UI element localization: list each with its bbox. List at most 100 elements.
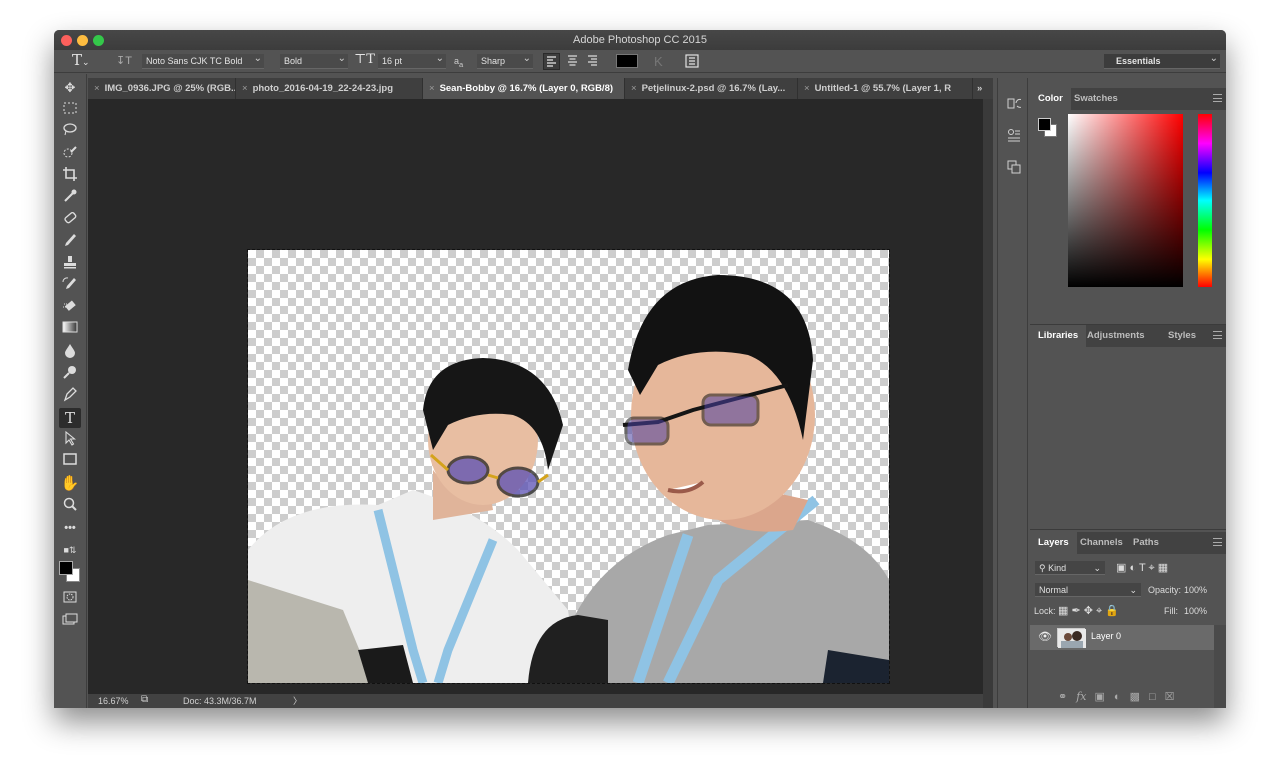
blur-tool-icon[interactable] (59, 342, 81, 362)
warp-text-icon[interactable]: K (654, 54, 663, 69)
doc-tab[interactable]: × photo_2016-04-19_22-24-23.jpg (236, 78, 423, 99)
zoom-tool-icon[interactable] (59, 496, 81, 516)
fill-value[interactable]: 100% (1184, 606, 1207, 616)
properties-panel-icon[interactable] (1004, 128, 1024, 148)
align-left-button[interactable] (543, 53, 560, 70)
tab-color[interactable]: Color (1030, 88, 1071, 110)
doc-tab-active[interactable]: × Sean-Bobby @ 16.7% (Layer 0, RGB/8) (423, 78, 625, 99)
character-panel-icon[interactable] (1004, 160, 1024, 180)
tab-styles[interactable]: Styles (1160, 325, 1204, 347)
clone-stamp-tool-icon[interactable] (59, 254, 81, 274)
add-mask-icon[interactable]: ▣ (1095, 691, 1114, 703)
font-size-icon: ⊤T (354, 52, 375, 67)
document-canvas[interactable] (247, 249, 890, 684)
delete-layer-icon[interactable]: ☒ (1165, 691, 1184, 703)
dodge-tool-icon[interactable] (59, 364, 81, 384)
window-title: Adobe Photoshop CC 2015 (573, 34, 707, 46)
quick-mask-icon[interactable] (59, 590, 81, 610)
close-tab-icon[interactable]: × (631, 83, 637, 94)
healing-brush-tool-icon[interactable] (59, 210, 81, 230)
pen-tool-icon[interactable] (59, 386, 81, 406)
layer-filter-kind-select[interactable]: ⚲ Kind ⌄ (1035, 561, 1105, 575)
title-bar: Adobe Photoshop CC 2015 (54, 30, 1226, 50)
hand-tool-icon[interactable]: ✋ (59, 474, 81, 494)
align-right-button[interactable] (585, 53, 600, 68)
share-icon[interactable]: ⧉ (141, 693, 148, 707)
lock-label: Lock: (1034, 606, 1056, 616)
status-info-arrow-icon[interactable]: 〉 (293, 694, 302, 708)
new-layer-icon[interactable]: □ (1149, 691, 1165, 703)
close-tab-icon[interactable]: × (804, 83, 810, 94)
opacity-value[interactable]: 100% (1184, 585, 1207, 595)
brush-tool-icon[interactable] (59, 232, 81, 252)
lock-icons[interactable]: ▦ ✒ ✥ ⌖ 🔒 (1058, 604, 1119, 618)
eraser-tool-icon[interactable] (59, 298, 81, 318)
tab-swatches[interactable]: Swatches (1066, 88, 1126, 110)
tab-libraries[interactable]: Libraries (1030, 325, 1087, 347)
close-window-button[interactable] (61, 35, 72, 46)
character-panel-toggle-icon[interactable] (684, 53, 700, 68)
font-size-select[interactable]: 16 pt (378, 51, 446, 69)
color-panel-foreground-swatch[interactable] (1038, 118, 1051, 131)
panel-menu-icon[interactable] (1213, 331, 1222, 339)
layers-scrollbar[interactable] (1214, 625, 1226, 708)
foreground-color-swatch[interactable] (59, 561, 73, 575)
history-panel-icon[interactable] (1004, 96, 1025, 116)
zoom-level[interactable]: 16.67% (98, 694, 129, 708)
tool-preset-picker[interactable]: T⌄ (72, 53, 90, 69)
canvas-area[interactable] (88, 99, 983, 694)
font-style-select[interactable]: Bold (280, 51, 348, 69)
default-colors-icon[interactable]: ■⇅ (59, 540, 81, 560)
eyedropper-tool-icon[interactable] (59, 188, 81, 208)
photoshop-window: Adobe Photoshop CC 2015 T⌄ ↧T Noto Sans … (54, 30, 1226, 708)
tab-adjustments[interactable]: Adjustments (1079, 325, 1153, 347)
layer-visibility-eye-icon[interactable]: 👁 (1038, 630, 1052, 643)
color-saturation-field[interactable] (1068, 114, 1183, 287)
panel-menu-icon[interactable] (1213, 538, 1222, 546)
fill-label: Fill: (1164, 606, 1178, 616)
path-selection-tool-icon[interactable] (59, 430, 81, 450)
panel-divider (1030, 529, 1226, 530)
gradient-tool-icon[interactable] (59, 320, 81, 340)
close-tab-icon[interactable]: × (242, 83, 248, 94)
align-center-button[interactable] (565, 53, 580, 68)
doc-tab[interactable]: × IMG_0936.JPG @ 25% (RGB... (88, 78, 236, 99)
font-family-select[interactable]: Noto Sans CJK TC Bold (142, 51, 264, 69)
layer-filter-icons[interactable]: ▣ ◐ T ⌖ ▦ (1116, 561, 1168, 575)
quick-selection-tool-icon[interactable] (59, 144, 81, 164)
link-layers-icon[interactable]: ⚭ (1058, 691, 1076, 703)
close-tab-icon[interactable]: × (94, 83, 100, 94)
tab-channels[interactable]: Channels (1072, 532, 1131, 554)
screen-mode-icon[interactable] (59, 612, 81, 632)
panel-menu-icon[interactable] (1213, 94, 1222, 102)
lasso-tool-icon[interactable] (59, 122, 81, 142)
new-group-icon[interactable]: ▩ (1130, 691, 1149, 703)
type-tool-icon[interactable]: T (59, 408, 81, 428)
crop-tool-icon[interactable] (59, 166, 81, 186)
adjustment-layer-icon[interactable]: ◐ (1114, 691, 1130, 703)
close-tab-icon[interactable]: × (429, 83, 435, 94)
fx-icon[interactable]: fx (1076, 690, 1086, 703)
hue-slider[interactable] (1198, 114, 1212, 287)
layer-row[interactable]: 👁 Layer 0 (1030, 625, 1214, 650)
zoom-window-button[interactable] (93, 35, 104, 46)
doc-tab[interactable]: × Untitled-1 @ 55.7% (Layer 1, R (798, 78, 973, 99)
text-color-swatch[interactable] (616, 54, 638, 68)
tab-paths[interactable]: Paths (1125, 532, 1167, 554)
text-orientation-icon[interactable]: ↧T (116, 54, 132, 69)
right-panels: Color Swatches Libraries Adjustments Sty… (1030, 78, 1226, 708)
blend-mode-select[interactable]: Normal ⌄ (1035, 583, 1141, 597)
more-tools-icon[interactable]: ••• (59, 518, 81, 538)
move-tool-icon[interactable]: ✥ (59, 78, 81, 98)
canvas-vertical-scrollbar[interactable] (983, 99, 993, 708)
minimize-window-button[interactable] (77, 35, 88, 46)
tab-layers[interactable]: Layers (1030, 532, 1077, 554)
photo-layer-content (248, 275, 889, 683)
tabs-overflow-button[interactable]: » (973, 78, 993, 99)
workspace-switcher[interactable]: Essentials (1104, 51, 1220, 69)
marquee-tool-icon[interactable] (59, 100, 81, 120)
rectangle-tool-icon[interactable] (59, 452, 81, 472)
anti-alias-select[interactable]: Sharp (477, 51, 533, 69)
doc-tab[interactable]: × Petjelinux-2.psd @ 16.7% (Lay... (625, 78, 798, 99)
history-brush-tool-icon[interactable] (59, 276, 81, 296)
